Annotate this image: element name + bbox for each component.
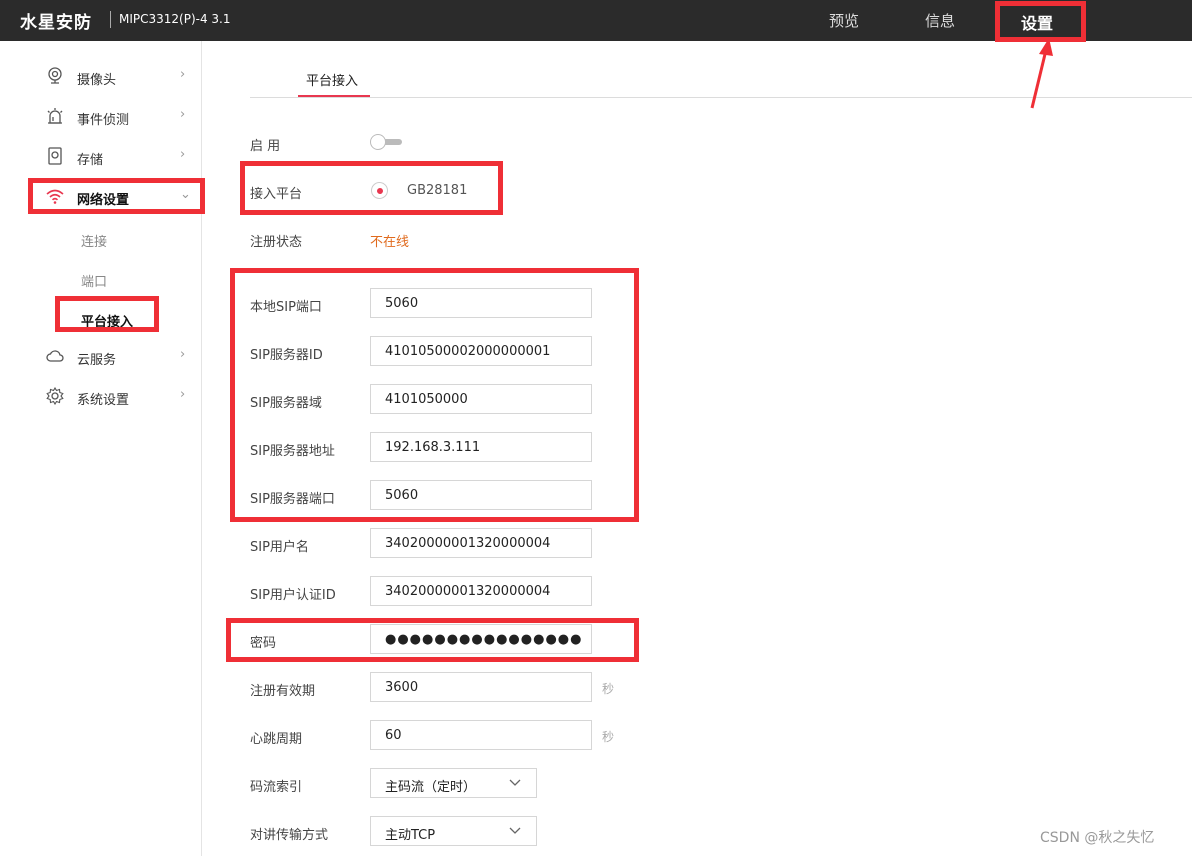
field-label: 密码 bbox=[250, 636, 277, 651]
reg-status-label: 注册状态 bbox=[250, 235, 303, 250]
sidebar-item-label: 系统设置 bbox=[77, 393, 130, 408]
field-label: 心跳周期 bbox=[250, 732, 303, 747]
chevron-right-icon: › bbox=[180, 147, 186, 162]
field-label: 注册有效期 bbox=[250, 684, 316, 699]
select-value: 主码流（定时） bbox=[385, 780, 477, 795]
sidebar-item-network[interactable]: 网络设置 ⌄ bbox=[0, 183, 200, 211]
enable-toggle[interactable] bbox=[370, 134, 404, 150]
sidebar-item-event[interactable]: 事件侦测 › bbox=[0, 103, 200, 131]
talk-transport-select[interactable]: 主动TCP bbox=[370, 816, 537, 846]
sip-server-address-input[interactable]: 192.168.3.111 bbox=[370, 432, 592, 462]
local-sip-port-input[interactable]: 5060 bbox=[370, 288, 592, 318]
chevron-right-icon: › bbox=[180, 347, 186, 362]
top-bar: 水星安防 MIPC3312(P)-4 3.1 预览 信息 设置 bbox=[0, 0, 1192, 41]
platform-radio[interactable] bbox=[371, 182, 388, 199]
field-label: SIP服务器地址 bbox=[250, 444, 335, 459]
sidebar-item-label: 网络设置 bbox=[77, 193, 130, 208]
sidebar: 摄像头 › 事件侦测 › 存储 › 网络设置 ⌄ 连接 端口 平台接入 云服务 … bbox=[0, 41, 202, 856]
toggle-knob bbox=[370, 134, 386, 150]
sidebar-subitem-connection[interactable]: 连接 bbox=[81, 231, 107, 250]
sidebar-item-camera[interactable]: 摄像头 › bbox=[0, 63, 200, 91]
sip-auth-id-input[interactable]: 34020000001320000004 bbox=[370, 576, 592, 606]
sidebar-subitem-platform[interactable]: 平台接入 bbox=[81, 311, 133, 330]
annotation-arrow-icon bbox=[1030, 38, 1053, 109]
select-value: 主动TCP bbox=[385, 828, 436, 843]
sip-username-input[interactable]: 34020000001320000004 bbox=[370, 528, 592, 558]
brand-logo: 水星安防 bbox=[20, 13, 92, 33]
heartbeat-period-input[interactable]: 60 bbox=[370, 720, 592, 750]
nav-preview[interactable]: 预览 bbox=[829, 10, 859, 31]
chevron-right-icon: › bbox=[180, 67, 186, 82]
tab-platform-access[interactable]: 平台接入 bbox=[306, 70, 358, 89]
device-model: MIPC3312(P)-4 3.1 bbox=[119, 12, 231, 26]
chevron-down-icon: ⌄ bbox=[180, 187, 191, 202]
field-label: SIP服务器域 bbox=[250, 396, 322, 411]
sidebar-item-system[interactable]: 系统设置 › bbox=[0, 383, 200, 411]
sidebar-item-label: 云服务 bbox=[77, 353, 117, 368]
field-label: 码流索引 bbox=[250, 780, 303, 795]
sidebar-item-label: 事件侦测 bbox=[77, 113, 130, 128]
nav-settings[interactable]: 设置 bbox=[1021, 10, 1053, 34]
brand-divider bbox=[110, 11, 111, 28]
sidebar-item-cloud[interactable]: 云服务 › bbox=[0, 343, 200, 371]
chevron-right-icon: › bbox=[180, 107, 186, 122]
field-label: SIP服务器端口 bbox=[250, 492, 335, 507]
unit-seconds: 秒 bbox=[602, 730, 615, 744]
unit-seconds: 秒 bbox=[602, 682, 615, 696]
platform-value: GB28181 bbox=[407, 183, 468, 198]
watermark: CSDN @秋之失忆 bbox=[1040, 830, 1155, 846]
sidebar-item-label: 存储 bbox=[77, 153, 104, 168]
chevron-down-icon bbox=[509, 779, 521, 786]
radio-dot bbox=[377, 188, 383, 194]
storage-icon bbox=[48, 147, 62, 165]
sip-server-id-input[interactable]: 41010500002000000001 bbox=[370, 336, 592, 366]
gear-icon bbox=[46, 387, 64, 405]
chevron-right-icon: › bbox=[180, 387, 186, 402]
nav-info[interactable]: 信息 bbox=[925, 10, 955, 31]
sidebar-item-label: 摄像头 bbox=[77, 73, 117, 88]
alarm-icon bbox=[47, 108, 63, 124]
register-expiry-input[interactable]: 3600 bbox=[370, 672, 592, 702]
wifi-icon bbox=[46, 189, 64, 204]
field-label: 对讲传输方式 bbox=[250, 828, 329, 843]
sidebar-subitem-port[interactable]: 端口 bbox=[81, 271, 107, 290]
sidebar-item-storage[interactable]: 存储 › bbox=[0, 143, 200, 171]
field-label: SIP用户认证ID bbox=[250, 588, 336, 603]
cloud-icon bbox=[46, 350, 64, 362]
enable-label: 启 用 bbox=[250, 139, 281, 154]
field-label: 本地SIP端口 bbox=[250, 300, 322, 315]
camera-icon bbox=[48, 67, 62, 84]
reg-status-value: 不在线 bbox=[370, 235, 410, 250]
password-input[interactable]: ●●●●●●●●●●●●●●●● bbox=[370, 624, 592, 654]
sip-server-domain-input[interactable]: 4101050000 bbox=[370, 384, 592, 414]
chevron-down-icon bbox=[509, 827, 521, 834]
sip-server-port-input[interactable]: 5060 bbox=[370, 480, 592, 510]
platform-label: 接入平台 bbox=[250, 187, 303, 202]
field-label: SIP用户名 bbox=[250, 540, 309, 555]
field-label: SIP服务器ID bbox=[250, 348, 323, 363]
stream-index-select[interactable]: 主码流（定时） bbox=[370, 768, 537, 798]
